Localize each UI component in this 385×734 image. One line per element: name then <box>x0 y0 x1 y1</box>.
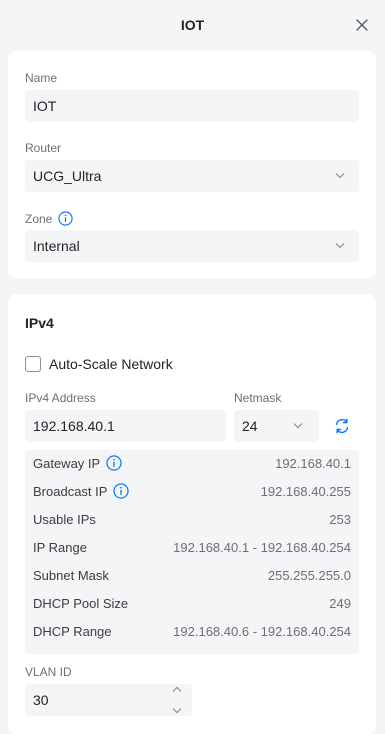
auto-scale-label[interactable]: Auto-Scale Network <box>49 356 173 372</box>
detail-row-subnet-mask: Subnet Mask 255.255.255.0 <box>33 565 351 585</box>
ipv4-settings-card: IPv4 Auto-Scale Network IPv4 Address 192… <box>8 294 376 734</box>
chevron-down-icon <box>293 423 303 429</box>
panel-header: IOT <box>0 0 385 50</box>
name-value: IOT <box>33 98 57 114</box>
detail-row-dhcp-pool-size: DHCP Pool Size 249 <box>33 593 351 613</box>
auto-scale-checkbox[interactable] <box>25 356 41 372</box>
detail-value: 253 <box>329 511 351 527</box>
netmask-select[interactable]: 24 <box>234 410 319 442</box>
zone-label: Zone <box>25 211 53 226</box>
network-details-table: Gateway IP 192.168.40.1 Broadcast IP 192… <box>25 450 359 654</box>
vlan-id-label: VLAN ID <box>25 665 72 679</box>
refresh-icon <box>335 418 349 434</box>
ipv4-address-input[interactable]: 192.168.40.1 <box>25 410 226 442</box>
ipv4-address-value: 192.168.40.1 <box>33 418 115 434</box>
info-icon[interactable] <box>106 455 122 471</box>
router-select[interactable]: UCG_Ultra <box>25 160 359 192</box>
detail-value: 249 <box>329 595 351 611</box>
detail-key: Gateway IP <box>33 455 101 471</box>
detail-row-gateway-ip: Gateway IP 192.168.40.1 <box>33 453 351 473</box>
detail-value: 192.168.40.1 <box>275 455 351 471</box>
detail-row-usable-ips: Usable IPs 253 <box>33 509 351 529</box>
general-settings-card: Name IOT Router UCG_Ultra Zone Internal <box>8 51 376 278</box>
detail-value: 255.255.255.0 <box>267 567 351 583</box>
detail-key: Broadcast IP <box>33 483 108 499</box>
detail-value: 192.168.40.1 - 192.168.40.254 <box>173 539 351 555</box>
router-value: UCG_Ultra <box>33 168 102 184</box>
detail-key: Usable IPs <box>33 511 96 527</box>
detail-key: IP Range <box>33 539 87 555</box>
close-button[interactable] <box>353 16 371 34</box>
detail-row-dhcp-range: DHCP Range 192.168.40.6 - 192.168.40.254 <box>33 621 351 641</box>
chevron-up-icon[interactable] <box>172 686 182 693</box>
ipv4-address-label: IPv4 Address <box>25 391 96 405</box>
ipv4-section-title: IPv4 <box>25 315 54 331</box>
stepper-controls <box>172 686 182 714</box>
zone-label-row: Zone <box>25 211 74 226</box>
panel-title: IOT <box>180 17 205 33</box>
netmask-label: Netmask <box>234 391 282 405</box>
close-icon <box>356 19 368 31</box>
detail-key: DHCP Pool Size <box>33 595 129 611</box>
zone-value: Internal <box>33 238 80 254</box>
name-label: Name <box>25 71 58 85</box>
chevron-down-icon[interactable] <box>172 707 182 714</box>
detail-value: 192.168.40.255 <box>260 483 351 499</box>
zone-select[interactable]: Internal <box>25 230 359 262</box>
detail-key: DHCP Range <box>33 623 112 639</box>
vlan-id-stepper[interactable]: 30 <box>25 684 192 716</box>
info-icon[interactable] <box>58 211 74 226</box>
name-input[interactable]: IOT <box>25 90 359 122</box>
chevron-down-icon <box>335 243 345 249</box>
detail-row-ip-range: IP Range 192.168.40.1 - 192.168.40.254 <box>33 537 351 557</box>
vlan-id-value: 30 <box>33 692 49 708</box>
detail-key: Subnet Mask <box>33 567 109 583</box>
refresh-button[interactable] <box>332 416 352 436</box>
router-label: Router <box>25 141 62 155</box>
detail-row-broadcast-ip: Broadcast IP 192.168.40.255 <box>33 481 351 501</box>
chevron-down-icon <box>335 173 345 179</box>
info-icon[interactable] <box>113 483 130 499</box>
netmask-value: 24 <box>242 418 258 434</box>
detail-value: 192.168.40.6 - 192.168.40.254 <box>173 623 351 639</box>
